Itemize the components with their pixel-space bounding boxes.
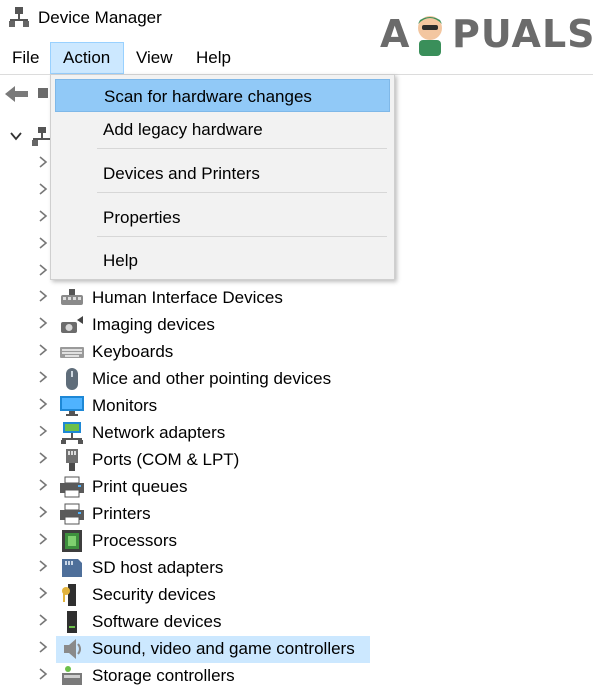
tree-item-software-devices[interactable]: Software devices <box>0 609 593 636</box>
printer-icon <box>60 476 84 498</box>
menu-separator <box>97 192 387 193</box>
keyboard-icon <box>60 347 84 358</box>
menu-item-properties[interactable]: Properties <box>55 201 390 234</box>
menu-view[interactable]: View <box>124 42 185 74</box>
tree-item-label: Ports (COM & LPT) <box>92 450 240 469</box>
menu-separator <box>97 148 387 149</box>
menu-help[interactable]: Help <box>184 42 243 74</box>
processor-icon <box>62 530 82 552</box>
menu-item-label: Properties <box>103 208 181 227</box>
menu-item-label: Devices and Printers <box>103 164 260 183</box>
menu-file[interactable]: File <box>0 42 51 74</box>
menu-bar: File Action View Help <box>0 42 593 75</box>
tree-item-sd-host-adapters[interactable]: SD host adapters <box>0 555 593 582</box>
toolbar-button-icon[interactable] <box>38 88 48 98</box>
window-title: Device Manager <box>38 8 162 27</box>
software-device-icon <box>67 611 77 633</box>
tree-item-sound-video-game-controllers[interactable]: Sound, video and game controllers <box>0 636 593 663</box>
tree-item-label: Mice and other pointing devices <box>92 369 332 388</box>
chevron-right-icon[interactable] <box>36 397 50 411</box>
menu-item-label: Scan for hardware changes <box>104 87 312 106</box>
network-icon <box>61 422 83 444</box>
chevron-right-icon[interactable] <box>36 289 50 303</box>
tree-item-mice[interactable]: Mice and other pointing devices <box>0 366 593 393</box>
chevron-right-icon[interactable] <box>36 424 50 438</box>
chevron-right-icon[interactable] <box>36 451 50 465</box>
printer-icon <box>60 503 84 525</box>
chevron-right-icon[interactable] <box>36 343 50 357</box>
chevron-down-icon[interactable] <box>9 129 23 143</box>
tree-item-print-queues[interactable]: Print queues <box>0 474 593 501</box>
storage-icon <box>62 666 82 685</box>
sd-card-icon <box>62 559 82 577</box>
tree-item-label: Processors <box>92 531 178 550</box>
menu-item-label: Add legacy hardware <box>103 120 263 139</box>
tree-item-ports[interactable]: Ports (COM & LPT) <box>0 447 593 474</box>
tree-item-label: Software devices <box>92 612 222 631</box>
tree-item-processors[interactable]: Processors <box>0 528 593 555</box>
tree-item-label: Network adapters <box>92 423 226 442</box>
menu-item-scan-for-hardware-changes[interactable]: Scan for hardware changes <box>55 79 390 112</box>
tree-item-label: Security devices <box>92 585 216 604</box>
tree-item-keyboards[interactable]: Keyboards <box>0 339 593 366</box>
chevron-right-icon[interactable] <box>36 263 50 277</box>
chevron-right-icon[interactable] <box>36 316 50 330</box>
speaker-icon <box>64 639 81 659</box>
chevron-right-icon[interactable] <box>36 505 50 519</box>
chevron-right-icon[interactable] <box>36 209 50 223</box>
chevron-right-icon[interactable] <box>36 478 50 492</box>
chevron-right-icon[interactable] <box>36 559 50 573</box>
chevron-right-icon[interactable] <box>36 667 50 681</box>
tree-item-security-devices[interactable]: Security devices <box>0 582 593 609</box>
menu-item-label: Help <box>103 251 138 270</box>
chevron-right-icon[interactable] <box>36 370 50 384</box>
chevron-right-icon[interactable] <box>36 640 50 654</box>
tree-item-printers[interactable]: Printers <box>0 501 593 528</box>
tree-item-imaging-devices[interactable]: Imaging devices <box>0 312 593 339</box>
tree-item-label: Print queues <box>92 477 188 496</box>
tree-item-label: Storage controllers <box>92 666 235 685</box>
tree-item-label: SD host adapters <box>92 558 224 577</box>
tree-item-label: Monitors <box>92 396 158 415</box>
camera-icon <box>61 316 83 333</box>
tree-item-storage-controllers[interactable]: Storage controllers <box>0 663 593 690</box>
chevron-right-icon[interactable] <box>36 182 50 196</box>
port-icon <box>66 449 78 471</box>
tree-item-label: Imaging devices <box>92 315 215 334</box>
chevron-right-icon[interactable] <box>36 532 50 546</box>
chevron-right-icon[interactable] <box>36 613 50 627</box>
device-manager-icon <box>9 7 29 27</box>
monitor-icon <box>60 396 84 416</box>
tree-item-label: Printers <box>92 504 151 523</box>
chevron-right-icon[interactable] <box>36 236 50 250</box>
tree-item-label: Sound, video and game controllers <box>92 639 355 658</box>
tree-item-label: Human Interface Devices <box>92 288 283 307</box>
menu-separator <box>97 236 387 237</box>
tree-item-human-interface-devices[interactable]: Human Interface Devices <box>0 285 593 312</box>
tree-item-network-adapters[interactable]: Network adapters <box>0 420 593 447</box>
menu-action[interactable]: Action <box>50 42 124 74</box>
mouse-icon <box>66 368 78 390</box>
hid-icon <box>61 289 83 305</box>
security-key-icon <box>62 584 76 606</box>
menu-item-help[interactable]: Help <box>55 244 390 277</box>
menu-item-add-legacy-hardware[interactable]: Add legacy hardware <box>55 113 390 146</box>
chevron-right-icon[interactable] <box>36 155 50 169</box>
tree-item-monitors[interactable]: Monitors <box>0 393 593 420</box>
action-menu-dropdown: Scan for hardware changes Add legacy har… <box>50 74 395 280</box>
chevron-right-icon[interactable] <box>36 586 50 600</box>
tree-item-label: Keyboards <box>92 342 174 361</box>
menu-item-devices-and-printers[interactable]: Devices and Printers <box>55 157 390 190</box>
back-arrow-icon[interactable] <box>4 85 30 103</box>
